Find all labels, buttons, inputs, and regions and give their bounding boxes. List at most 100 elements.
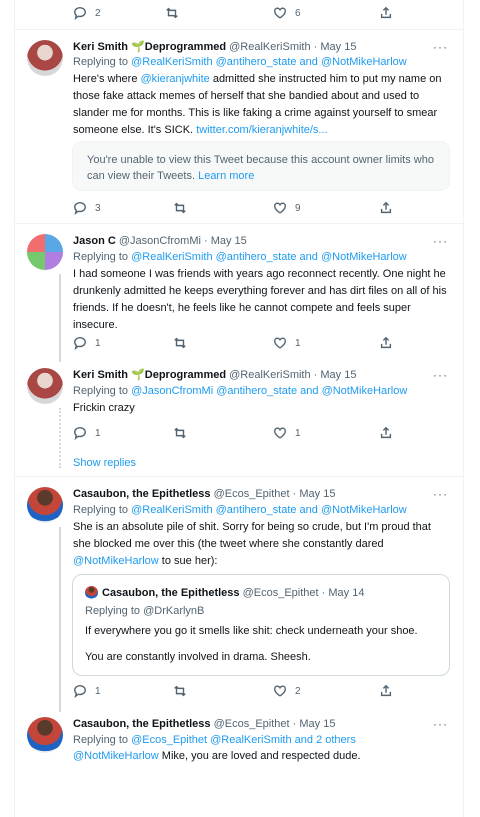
replying-to: Replying to @Ecos_Epithet @RealKeriSmith… [73,734,356,746]
handle: @Ecos_Epithet [242,587,319,599]
retweet-button[interactable] [173,336,187,350]
display-name[interactable]: Keri Smith [73,41,128,53]
tweet[interactable]: Casaubon, the Epithetless @Ecos_Epithet … [14,487,464,712]
avatar[interactable] [27,717,63,753]
quoted-text-line: If everywhere you go it smells like shit… [85,625,418,637]
tweet-actions: 1 1 [73,336,413,352]
tweet[interactable]: Jason C @JasonCfromMi · May 15 ··· Reply… [14,234,464,362]
retweet-button[interactable] [165,6,179,20]
replying-to-links[interactable]: @RealKeriSmith @antihero_state and @NotM… [131,251,407,263]
timestamp[interactable]: May 15 [299,488,335,500]
tweet-text: Frickin crazy [73,402,135,414]
display-name[interactable]: Casaubon, the Epithetless [73,488,211,500]
retweet-button[interactable] [173,426,187,440]
replying-to-links[interactable]: @RealKeriSmith @antihero_state and @NotM… [131,504,407,516]
mention-link[interactable]: @kieranjwhite [141,73,210,85]
timestamp[interactable]: May 15 [211,235,247,247]
retweet-icon [174,202,186,214]
share-button[interactable] [379,684,393,698]
tweet-text: @NotMikeHarlow Mike, you are loved and r… [73,750,361,762]
retweet-button[interactable] [173,201,187,215]
display-name[interactable]: Casaubon, the Epithetless [73,718,211,730]
replying-to-links[interactable]: @RealKeriSmith @antihero_state and @NotM… [131,56,407,68]
display-name[interactable]: Jason C [73,235,116,247]
handle[interactable]: @Ecos_Epithet [214,718,290,730]
mention-link[interactable]: @NotMikeHarlow [73,750,159,762]
share-icon [380,336,392,349]
divider [14,476,464,477]
retweet-icon [174,337,186,349]
tweet[interactable]: Casaubon, the Epithetless @Ecos_Epithet … [14,717,464,777]
timestamp[interactable]: May 15 [299,718,335,730]
heart-icon [274,685,286,697]
reply-icon [74,685,86,698]
replying-to: Replying to @DrKarlynB [85,605,205,617]
quoted-tweet[interactable]: Casaubon, the Epithetless @Ecos_Epithet … [72,574,450,676]
avatar[interactable] [27,487,63,523]
show-replies-link[interactable]: Show replies [73,457,136,469]
quoted-text-line: You are constantly involved in drama. Sh… [85,651,311,663]
learn-more-link[interactable]: Learn more [198,170,254,182]
reply-button[interactable]: 3 [73,201,101,215]
mention-link[interactable]: @NotMikeHarlow [73,555,159,567]
more-icon[interactable]: ··· [433,40,448,54]
more-icon[interactable]: ··· [433,717,448,731]
reply-button[interactable]: 1 [73,684,101,698]
thread-line [59,527,61,712]
avatar[interactable] [27,40,63,76]
replying-to: Replying to @RealKeriSmith @antihero_sta… [73,251,407,263]
like-button[interactable]: 1 [273,336,301,350]
reply-icon [74,337,86,350]
share-icon [380,684,392,697]
reply-button[interactable]: 2 [73,6,101,20]
avatar[interactable] [27,368,63,404]
thread-line [59,274,61,362]
tweet-actions: 1 2 [73,684,413,700]
handle[interactable]: @RealKeriSmith [229,369,310,381]
timestamp[interactable]: May 15 [320,41,356,53]
handle[interactable]: @Ecos_Epithet [214,488,290,500]
like-button[interactable]: 2 [273,684,301,698]
share-button[interactable] [379,426,393,440]
tweet-actions: 2 6 [73,6,413,22]
reply-button[interactable]: 1 [73,336,101,350]
url-link[interactable]: twitter.com/kieranjwhite/s... [196,124,327,136]
replying-to-links[interactable]: @Ecos_Epithet @RealKeriSmith and 2 other… [131,734,356,746]
handle[interactable]: @RealKeriSmith [229,41,310,53]
display-name[interactable]: Keri Smith [73,369,128,381]
share-button[interactable] [379,201,393,215]
tweet[interactable]: Keri Smith 🌱Deprogrammed @RealKeriSmith … [14,368,464,468]
more-icon[interactable]: ··· [433,487,448,501]
name-badge: Deprogrammed [144,41,227,53]
more-icon[interactable]: ··· [433,234,448,248]
divider [14,223,464,224]
avatar[interactable] [27,234,63,270]
like-button[interactable]: 6 [273,6,301,20]
unavailable-tweet-card: You're unable to view this Tweet because… [72,141,450,191]
name-badge: Deprogrammed [144,369,227,381]
sprout-icon: 🌱 [131,369,145,381]
reply-icon [74,427,86,440]
heart-icon [274,427,286,439]
tweet-header: Casaubon, the Epithetless @Ecos_Epithet … [73,487,335,501]
more-icon[interactable]: ··· [433,368,448,382]
handle[interactable]: @JasonCfromMi [119,235,201,247]
timestamp[interactable]: May 15 [320,369,356,381]
retweet-button[interactable] [173,684,187,698]
tweet-header: Keri Smith 🌱Deprogrammed @RealKeriSmith … [73,40,356,54]
replying-to-links[interactable]: @JasonCfromMi @antihero_state and @NotMi… [131,385,407,397]
share-button[interactable] [379,336,393,350]
heart-icon [274,202,286,214]
tweet[interactable]: Keri Smith 🌱Deprogrammed @RealKeriSmith … [14,40,464,225]
like-button[interactable]: 9 [273,201,301,215]
share-icon [380,426,392,439]
share-icon [380,201,392,214]
reply-icon [74,202,86,215]
share-button[interactable] [379,6,393,20]
reply-button[interactable]: 1 [73,426,101,440]
replying-to: Replying to @RealKeriSmith @antihero_sta… [73,56,407,68]
reply-icon [74,7,86,20]
like-button[interactable]: 1 [273,426,301,440]
tweet-actions: 3 9 [73,201,413,217]
separator: · [318,587,329,599]
